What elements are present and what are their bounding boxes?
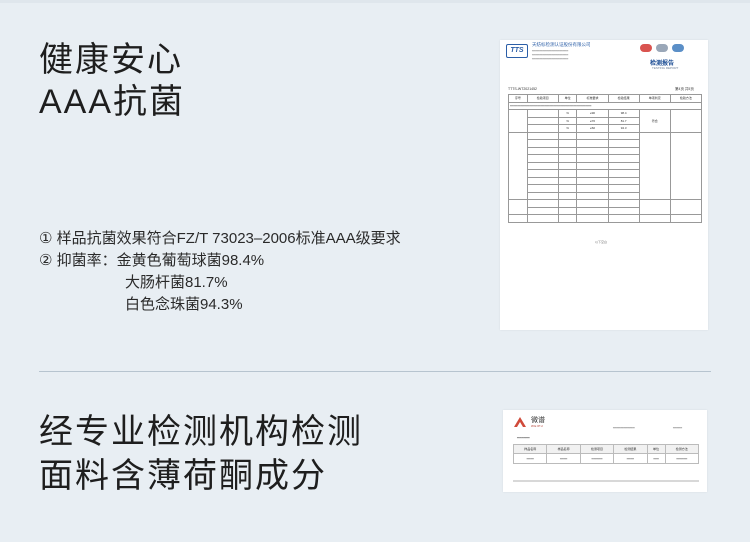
report-org-line: ━━━━━━━━━━━━━━━━━━━━	[532, 57, 569, 61]
cnas-badge-icon	[640, 44, 652, 52]
section1-title-line2: AAA抗菌	[39, 83, 186, 121]
report2-meta: ━━━━━	[673, 426, 683, 430]
section2-title-line2: 面料含薄荷酮成分	[39, 457, 327, 495]
table-row: % ≥90 98.4 符合	[508, 109, 703, 133]
report2-bottom-bar	[513, 480, 699, 482]
ilac-badge-icon	[656, 44, 668, 52]
report-footer: 以下空白	[595, 240, 608, 244]
report2-subtitle: ━━━━━━	[517, 436, 530, 440]
report2-meta: ━━━━━━━━━━━━	[613, 426, 635, 430]
report2-results-table: 样品名称 样品名称 检测项目 检测结果 单位 检测方法 ━━━━ ━━━━ ━━━━…	[512, 444, 700, 464]
point-candida: 白色念珠菌94.3%	[125, 296, 243, 313]
table-row	[508, 199, 703, 215]
point-standard: ① 样品抗菌效果符合FZ/T 73023–2006标准AAA级要求	[39, 230, 401, 247]
report-results-table: 序号 检验项目 单位 标准要求 检验结果 单项判定 检验方法 ━━━━━━━━━…	[508, 94, 703, 223]
table-row: ━━━━━━━━━━━━━━━━━━━━━━━━━━━━━━━━━━━━━━━━…	[508, 101, 702, 110]
section-divider	[39, 371, 711, 372]
report-page: 第4页 共5页	[675, 87, 694, 91]
table-row	[508, 131, 703, 200]
side-stamp	[704, 110, 708, 160]
test-report-image-menthone: 微谱 WEIPU ━━━━━━━━━━━━ ━━━━━ ━━━━━━ 样品名称 …	[503, 410, 707, 492]
table-header-cell: 检验方法	[669, 94, 703, 103]
report-org-name: 天纺标检测认证股份有限公司	[532, 42, 591, 47]
table-header-cell: 标准要求	[576, 94, 609, 103]
table-header-cell: 单位	[646, 444, 666, 454]
report-number: TTTS-WT2021452	[508, 87, 537, 91]
section2-title-line1: 经专业检测机构检测	[39, 413, 363, 451]
weipu-brand-en: WEIPU	[531, 424, 544, 428]
report-title-en: TESTING REPORT	[652, 66, 679, 70]
table-header-cell: 单位	[557, 94, 578, 103]
table-header-cell: 检测结果	[613, 444, 648, 454]
test-report-image-antibacterial: TTS 天纺标检测认证股份有限公司 ━━━━━━━━━━━━━━━━━━━━ ━…	[500, 40, 708, 330]
point-ecoli: 大肠杆菌81.7%	[125, 274, 228, 291]
table-header-cell: 样品名称	[512, 444, 548, 454]
table-header-cell: 检验项目	[526, 94, 559, 103]
cma-badge-icon	[672, 44, 684, 52]
table-header-cell: 序号	[508, 94, 528, 103]
table-header-cell: 样品名称	[546, 444, 581, 454]
table-row: ━━━━ ━━━━ ━━━━━━ ━━━━ ━━━ ━━━━━━	[512, 453, 700, 464]
table-header-cell: 检验结果	[607, 94, 640, 103]
table-header-cell: 检测方法	[664, 444, 700, 454]
tts-logo: TTS	[506, 44, 528, 58]
table-header-cell: 单项判定	[638, 94, 671, 103]
point-inhibition-rate: ② 抑菌率：金黄色葡萄球菌98.4%	[39, 252, 265, 269]
table-header-cell: 检测项目	[579, 444, 615, 454]
weipu-logo-icon	[514, 417, 526, 427]
table-row	[508, 214, 703, 223]
section1-title-line1: 健康安心	[39, 41, 183, 79]
top-border	[0, 0, 750, 3]
